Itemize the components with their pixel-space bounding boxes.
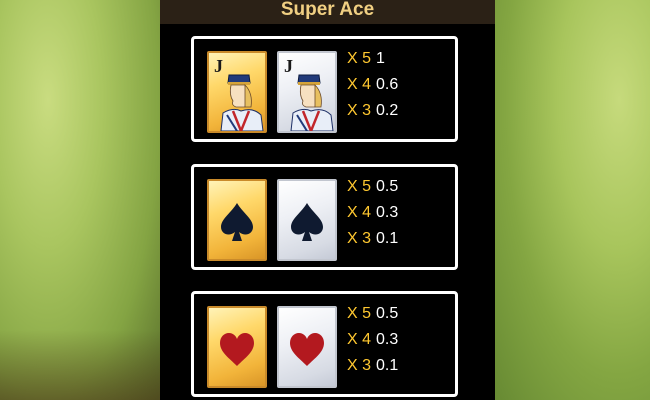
pay-value: 0.1 <box>376 357 399 374</box>
gold-heart-card-icon <box>207 306 267 388</box>
pay-row: X 5 0.5 <box>347 301 398 327</box>
paytable-values: X 51 X 4 0.6 X 3 0.2 <box>347 46 398 124</box>
pay-multiplier: X 5 <box>347 178 372 195</box>
pay-value: 0.2 <box>376 102 399 119</box>
pay-multiplier: X 5 <box>347 305 372 322</box>
pay-row: X 3 0.1 <box>347 353 398 379</box>
background-left-shadow <box>0 330 160 400</box>
pay-row: X 4 0.3 <box>347 327 398 353</box>
silver-heart-card-icon <box>277 306 337 388</box>
paytable-group-jack: J J X 51 X 4 0.6 X 3 0.2 <box>191 36 458 142</box>
paytable-group-heart: X 5 0.5 X 4 0.3 X 3 0.1 <box>191 291 458 397</box>
background-right <box>495 0 650 400</box>
silver-spade-card-icon <box>277 179 337 261</box>
pay-multiplier: X 4 <box>347 331 372 348</box>
paytable-panel: Super Ace J J X 5 1 X 4 0.6 X 3 0.2 X 5 … <box>160 0 495 400</box>
pay-value: 0.3 <box>376 331 399 348</box>
gold-jack-card-icon: J <box>207 51 267 133</box>
pay-multiplier: X 5 <box>347 50 372 67</box>
pay-row: X 3 0.2 <box>347 98 398 124</box>
pay-value: 0.5 <box>376 178 399 195</box>
paytable-values: X 5 0.5 X 4 0.3 X 3 0.1 <box>347 301 398 379</box>
paytable-values: X 5 0.5 X 4 0.3 X 3 0.1 <box>347 174 398 252</box>
pay-multiplier: X 4 <box>347 76 372 93</box>
jack-letter: J <box>284 56 293 76</box>
pay-row: X 3 0.1 <box>347 226 398 252</box>
silver-jack-card-icon: J <box>277 51 337 133</box>
pay-row: X 51 <box>347 46 398 72</box>
pay-multiplier: X 3 <box>347 102 372 119</box>
pay-multiplier: X 3 <box>347 357 372 374</box>
pay-value: 1 <box>376 50 385 67</box>
paytable-group-spade: X 5 0.5 X 4 0.3 X 3 0.1 <box>191 164 458 270</box>
gold-spade-card-icon <box>207 179 267 261</box>
pay-value: 0.1 <box>376 230 399 247</box>
pay-multiplier: X 3 <box>347 230 372 247</box>
jack-letter: J <box>214 56 223 76</box>
pay-row: X 5 0.5 <box>347 174 398 200</box>
pay-value: 0.3 <box>376 204 399 221</box>
paytable-title: Super Ace <box>160 0 495 24</box>
pay-multiplier: X 4 <box>347 204 372 221</box>
pay-value: 0.5 <box>376 305 399 322</box>
pay-value: 0.6 <box>376 76 399 93</box>
pay-row: X 4 0.6 <box>347 72 398 98</box>
pay-row: X 4 0.3 <box>347 200 398 226</box>
